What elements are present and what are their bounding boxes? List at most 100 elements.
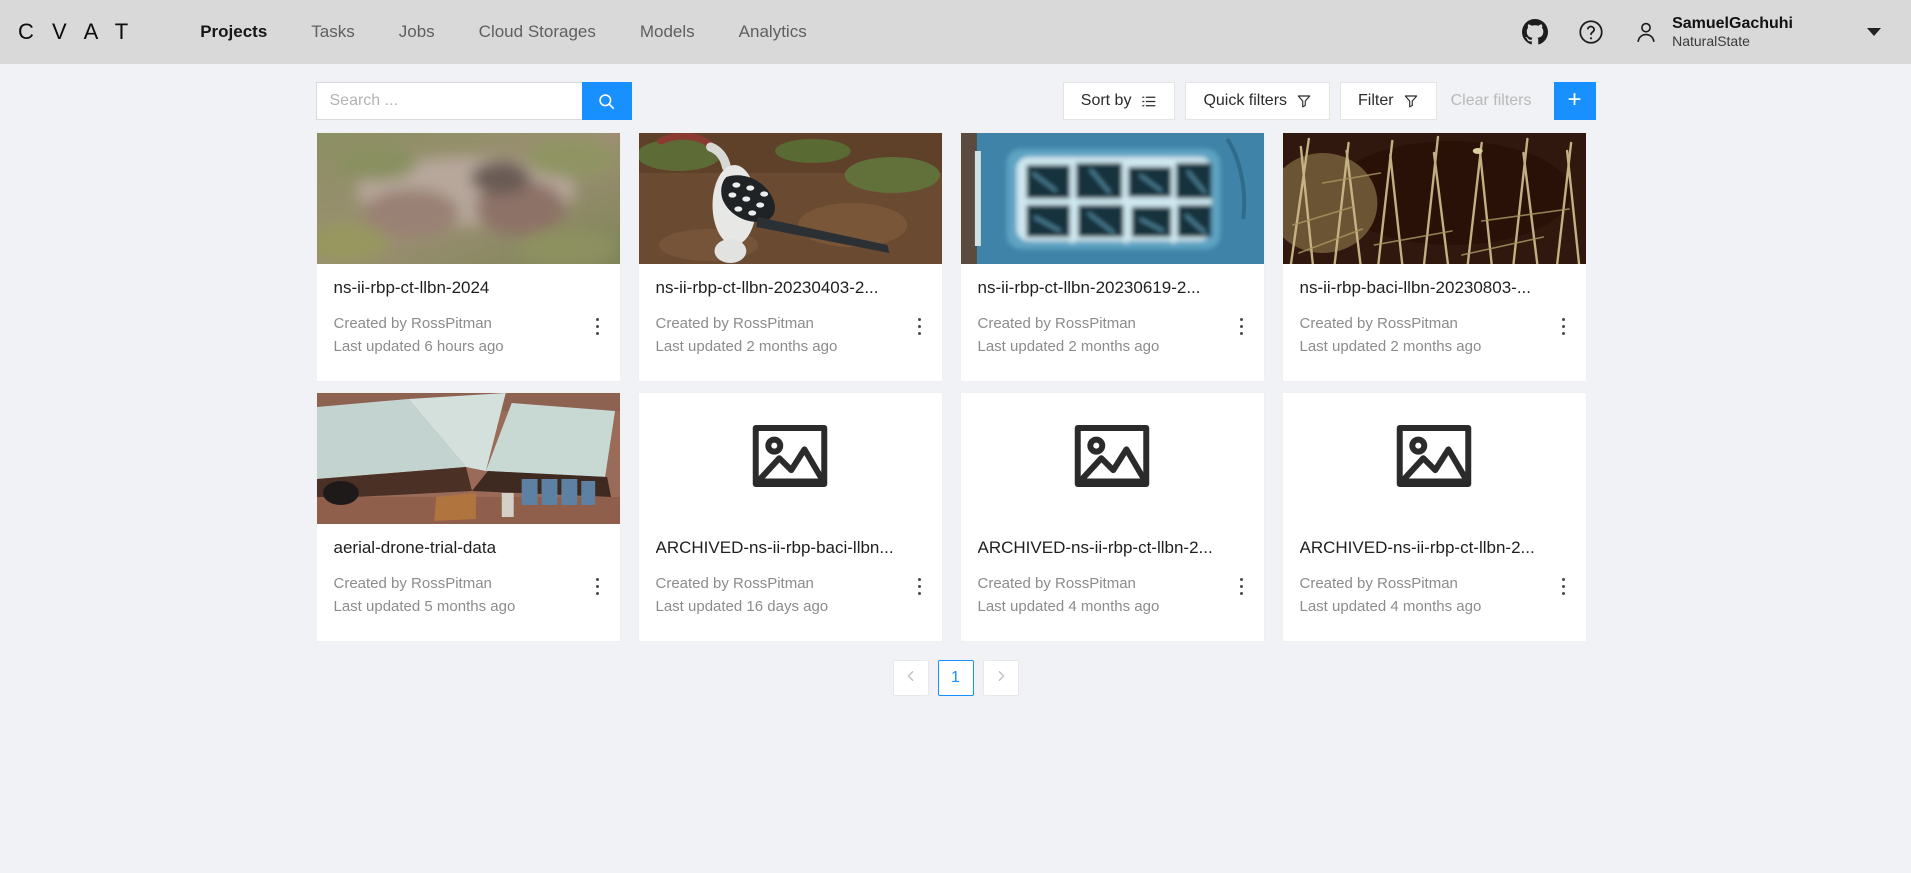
filter-icon: [1296, 93, 1312, 109]
project-title: ns-ii-rbp-ct-llbn-2024: [333, 278, 490, 297]
image-placeholder-icon: [1396, 423, 1472, 494]
nav-item-cloud-storages[interactable]: Cloud Storages: [457, 0, 618, 64]
project-created-by: Created by RossPitman: [655, 315, 814, 332]
user-organization: NaturalState: [1672, 33, 1750, 50]
quick-filters-button[interactable]: Quick filters: [1185, 82, 1331, 120]
chevron-down-icon[interactable]: [1867, 27, 1881, 36]
pagination-next-button[interactable]: [982, 660, 1019, 696]
search-icon[interactable]: [581, 82, 632, 120]
cvat-logo[interactable]: C V A T: [14, 19, 134, 45]
project-card-body: ARCHIVED-ns-ii-rbp-baci-llbn... Created …: [639, 524, 942, 641]
project-thumbnail: [638, 133, 942, 264]
project-last-updated: Last updated 2 months ago: [1299, 338, 1482, 356]
project-title: ns-ii-rbp-ct-llbn-20230619-2...: [977, 278, 1201, 297]
project-actions-menu-icon[interactable]: [908, 569, 932, 603]
project-thumbnail: [316, 133, 620, 264]
project-title: ARCHIVED-ns-ii-rbp-ct-llbn-2...: [1299, 538, 1535, 557]
project-created-by: Created by RossPitman: [333, 315, 492, 332]
chevron-left-icon: [905, 669, 917, 687]
filter-icon: [1403, 93, 1419, 109]
user-icon: [1632, 18, 1660, 46]
project-card[interactable]: ARCHIVED-ns-ii-rbp-ct-llbn-2... Created …: [1281, 392, 1587, 642]
plus-icon: +: [1567, 86, 1582, 113]
project-last-updated: Last updated 5 months ago: [333, 598, 516, 616]
user-menu[interactable]: SamuelGachuhi NaturalState: [1632, 15, 1793, 49]
project-card[interactable]: ARCHIVED-ns-ii-rbp-ct-llbn-2... Created …: [959, 392, 1265, 642]
project-actions-menu-icon[interactable]: [1230, 309, 1254, 343]
project-thumbnail: [960, 393, 1264, 524]
user-name: SamuelGachuhi: [1672, 14, 1793, 32]
nav-item-models[interactable]: Models: [618, 0, 717, 64]
project-card-body: ns-ii-rbp-ct-llbn-20230403-2... Created …: [639, 264, 942, 381]
pagination-page-1[interactable]: 1: [937, 660, 974, 696]
project-created-by: Created by RossPitman: [1299, 575, 1458, 592]
clear-filters-button[interactable]: Clear filters: [1447, 92, 1546, 110]
nav-item-jobs[interactable]: Jobs: [377, 0, 457, 64]
project-actions-menu-icon[interactable]: [1552, 569, 1576, 603]
quick-filters-label: Quick filters: [1203, 92, 1288, 109]
project-created-by: Created by RossPitman: [333, 575, 492, 592]
image-placeholder-icon: [1074, 423, 1150, 494]
project-created-by: Created by RossPitman: [1299, 315, 1458, 332]
search-bar: [315, 82, 632, 120]
project-card-body: ARCHIVED-ns-ii-rbp-ct-llbn-2... Created …: [961, 524, 1264, 641]
projects-page: Sort by Quick filters Filter: [0, 64, 1911, 873]
project-card-body: ns-ii-rbp-ct-llbn-2024 Created by RossPi…: [317, 264, 620, 381]
project-actions-menu-icon[interactable]: [586, 309, 610, 343]
header-actions: SamuelGachuhi NaturalState: [1520, 15, 1889, 49]
project-title: ARCHIVED-ns-ii-rbp-baci-llbn...: [655, 538, 894, 557]
project-card-body: ns-ii-rbp-ct-llbn-20230619-2... Created …: [961, 264, 1264, 381]
filter-label: Filter: [1358, 92, 1394, 109]
project-card-body: ns-ii-rbp-baci-llbn-20230803-... Created…: [1283, 264, 1586, 381]
project-card[interactable]: ARCHIVED-ns-ii-rbp-baci-llbn... Created …: [637, 392, 943, 642]
filter-button[interactable]: Filter: [1340, 82, 1437, 120]
project-card[interactable]: ns-ii-rbp-ct-llbn-20230619-2... Created …: [959, 132, 1265, 382]
question-circle-icon[interactable]: [1576, 17, 1606, 47]
nav-item-tasks[interactable]: Tasks: [289, 0, 376, 64]
project-last-updated: Last updated 6 hours ago: [333, 338, 504, 356]
project-card[interactable]: ns-ii-rbp-baci-llbn-20230803-... Created…: [1281, 132, 1587, 382]
create-project-button[interactable]: +: [1553, 82, 1596, 120]
project-title: aerial-drone-trial-data: [333, 538, 497, 557]
project-last-updated: Last updated 16 days ago: [655, 598, 829, 616]
project-card[interactable]: aerial-drone-trial-data Created by RossP…: [315, 392, 621, 642]
project-card[interactable]: ns-ii-rbp-ct-llbn-20230403-2... Created …: [637, 132, 943, 382]
project-card[interactable]: ns-ii-rbp-ct-llbn-2024 Created by RossPi…: [315, 132, 621, 382]
project-created-by: Created by RossPitman: [977, 575, 1136, 592]
nav-item-projects[interactable]: Projects: [178, 0, 289, 64]
sort-by-button[interactable]: Sort by: [1062, 82, 1176, 120]
pagination-prev-button[interactable]: [892, 660, 929, 696]
project-actions-menu-icon[interactable]: [586, 569, 610, 603]
chevron-right-icon: [995, 669, 1007, 687]
project-last-updated: Last updated 2 months ago: [977, 338, 1160, 356]
project-title: ns-ii-rbp-ct-llbn-20230403-2...: [655, 278, 879, 297]
projects-grid: ns-ii-rbp-ct-llbn-2024 Created by RossPi…: [315, 132, 1596, 642]
sort-by-label: Sort by: [1080, 92, 1132, 109]
nav-item-analytics[interactable]: Analytics: [717, 0, 829, 64]
project-card-body: aerial-drone-trial-data Created by RossP…: [317, 524, 620, 641]
project-thumbnail: [316, 393, 620, 524]
project-actions-menu-icon[interactable]: [908, 309, 932, 343]
project-card-body: ARCHIVED-ns-ii-rbp-ct-llbn-2... Created …: [1283, 524, 1586, 641]
project-thumbnail: [1282, 133, 1586, 264]
project-last-updated: Last updated 4 months ago: [1299, 598, 1482, 616]
project-actions-menu-icon[interactable]: [1230, 569, 1254, 603]
github-icon[interactable]: [1520, 17, 1550, 47]
project-created-by: Created by RossPitman: [655, 575, 814, 592]
project-created-by: Created by RossPitman: [977, 315, 1136, 332]
toolbar-actions: Sort by Quick filters Filter Clear filte…: [1062, 82, 1596, 120]
project-actions-menu-icon[interactable]: [1552, 309, 1576, 343]
project-last-updated: Last updated 4 months ago: [977, 598, 1160, 616]
project-thumbnail: [638, 393, 942, 524]
project-thumbnail: [1282, 393, 1586, 524]
project-thumbnail: [960, 133, 1264, 264]
image-placeholder-icon: [752, 423, 828, 494]
main-nav: Projects Tasks Jobs Cloud Storages Model…: [178, 0, 829, 64]
project-title: ARCHIVED-ns-ii-rbp-ct-llbn-2...: [977, 538, 1213, 557]
projects-toolbar: Sort by Quick filters Filter: [315, 82, 1596, 120]
sort-list-icon: [1140, 93, 1157, 110]
search-input[interactable]: [315, 82, 582, 120]
project-title: ns-ii-rbp-baci-llbn-20230803-...: [1299, 278, 1532, 297]
project-last-updated: Last updated 2 months ago: [655, 338, 838, 356]
top-navigation-bar: C V A T Projects Tasks Jobs Cloud Storag…: [0, 0, 1911, 64]
